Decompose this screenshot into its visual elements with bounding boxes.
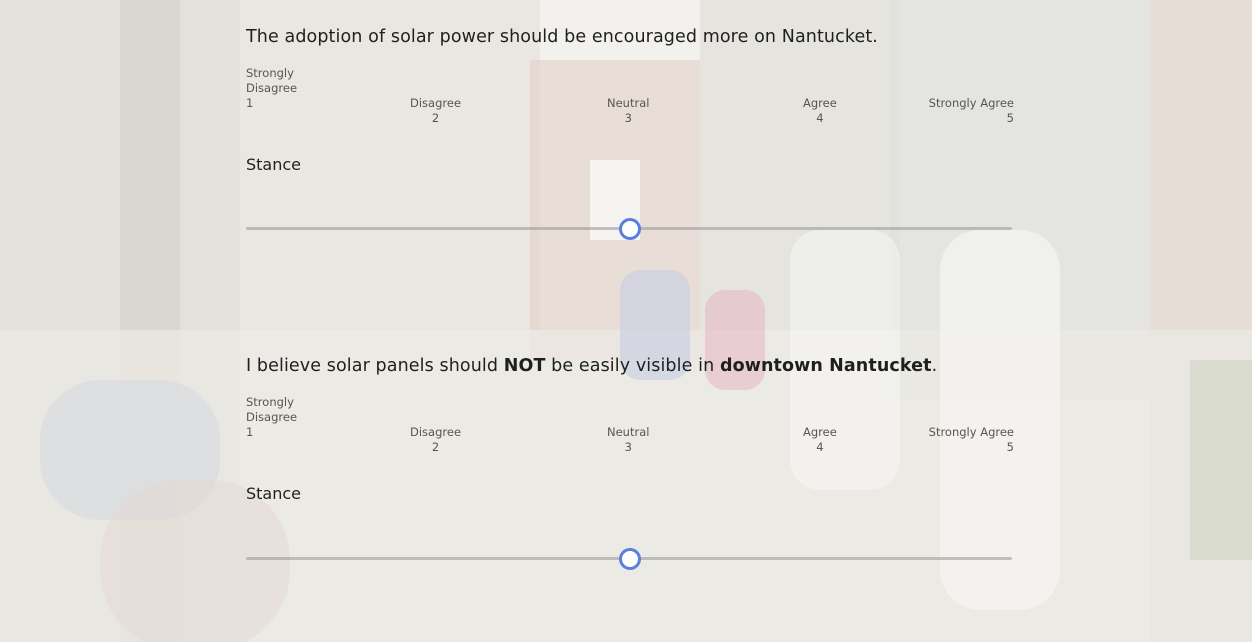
question-2-text: I believe solar panels should NOT be eas…: [246, 356, 937, 376]
question-2-text-part: I believe solar panels should: [246, 356, 504, 376]
question-1-text: The adoption of solar power should be en…: [246, 27, 878, 47]
scale-option-disagree: Disagree 2: [410, 425, 461, 455]
scale-option-strongly-disagree: Strongly Disagree 1: [246, 380, 297, 455]
slider-thumb[interactable]: [619, 218, 641, 240]
question-1-stance-label: Stance: [246, 155, 302, 174]
question-1-text-part: The adoption of solar power should be en…: [246, 27, 878, 47]
scale-label: Agree: [803, 425, 837, 439]
survey-page: The adoption of solar power should be en…: [0, 0, 1252, 642]
scale-option-agree: Agree 4: [803, 425, 837, 455]
scale-option-neutral: Neutral 3: [607, 425, 649, 455]
question-1-stance-slider[interactable]: [246, 216, 1012, 240]
scale-label: Neutral: [607, 96, 650, 110]
scale-number: 2: [431, 111, 440, 125]
scale-number: 5: [1006, 440, 1014, 454]
scale-number: 4: [816, 440, 824, 454]
scale-option-agree: Agree 4: [803, 96, 837, 126]
scale-option-strongly-agree: Strongly Agree 5: [929, 425, 1014, 455]
scale-label: Strongly Disagree: [246, 395, 298, 424]
question-2-scale: Strongly Disagree 1 Disagree 2 Neutral 3…: [246, 395, 1014, 455]
scale-label: Agree: [803, 96, 837, 110]
scale-label: Neutral: [607, 425, 650, 439]
scale-option-strongly-disagree: Strongly Disagree 1: [246, 51, 297, 126]
question-2-emphasis-not: NOT: [503, 356, 546, 376]
scale-option-disagree: Disagree 2: [410, 96, 461, 126]
scale-number: 1: [246, 96, 254, 110]
slider-thumb[interactable]: [619, 548, 641, 570]
scale-label: Strongly Agree: [928, 425, 1014, 439]
question-2-emphasis-downtown: downtown Nantucket: [719, 356, 932, 376]
scale-label: Disagree: [410, 96, 462, 110]
question-1-scale: Strongly Disagree 1 Disagree 2 Neutral 3…: [246, 66, 1014, 126]
scale-option-neutral: Neutral 3: [607, 96, 649, 126]
scale-label: Disagree: [410, 425, 462, 439]
scale-number: 3: [624, 440, 632, 454]
scale-number: 2: [431, 440, 440, 454]
question-2-stance-label: Stance: [246, 484, 302, 503]
scale-number: 3: [624, 111, 632, 125]
scale-option-strongly-agree: Strongly Agree 5: [929, 96, 1014, 126]
question-2-text-part: .: [931, 356, 938, 376]
scale-number: 5: [1006, 111, 1014, 125]
question-2-stance-slider[interactable]: [246, 546, 1012, 570]
question-2-text-part: be easily visible in: [545, 356, 720, 376]
scale-label: Strongly Disagree: [246, 66, 298, 95]
scale-number: 4: [816, 111, 824, 125]
scale-number: 1: [246, 425, 254, 439]
scale-label: Strongly Agree: [928, 96, 1014, 110]
